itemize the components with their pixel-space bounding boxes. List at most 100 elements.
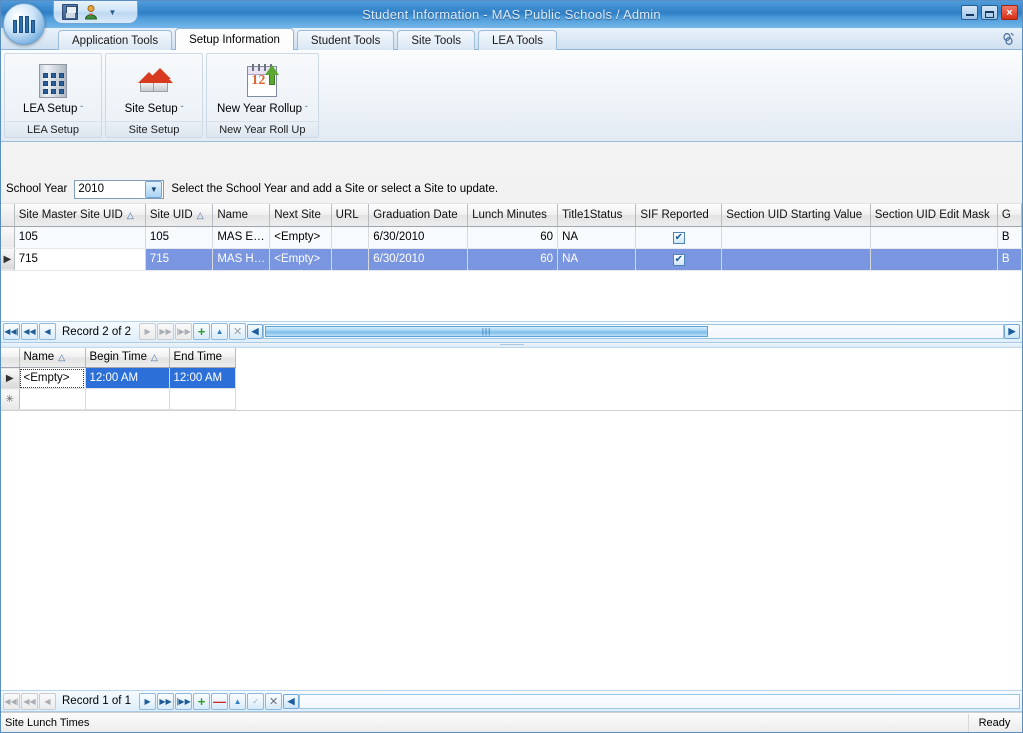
application-logo[interactable]: [3, 3, 45, 45]
sub-nav-remove-button[interactable]: —: [211, 692, 229, 710]
sub-cell-end-time[interactable]: 12:00 AM: [169, 367, 236, 389]
cell-section-uid-edit-mask[interactable]: [870, 248, 998, 271]
table-row[interactable]: 105 105 MAS E… <Empty> 6/30/2010 60 NA ✔…: [1, 226, 1022, 249]
cell-sif-reported[interactable]: ✔: [635, 248, 723, 271]
sub-nav-prev-button[interactable]: ◀: [39, 692, 56, 710]
col-section-uid-edit-mask[interactable]: Section UID Edit Mask: [870, 204, 998, 227]
cell-site-uid[interactable]: 105: [145, 226, 214, 249]
cell-next-site[interactable]: <Empty>: [269, 226, 332, 249]
site-grid-horizontal-scrollbar[interactable]: ◀ ||| ▶: [247, 323, 1020, 340]
chevron-down-icon[interactable]: ˇ: [305, 105, 308, 114]
row-marker[interactable]: [1, 226, 15, 249]
cell-url[interactable]: [331, 226, 370, 249]
nav-delete-button[interactable]: ✕: [229, 323, 247, 340]
tab-setup-information[interactable]: Setup Information: [175, 28, 294, 50]
cell-graduation-date[interactable]: 6/30/2010: [368, 226, 469, 249]
scroll-track[interactable]: |||: [263, 324, 1004, 339]
sub-nav-confirm-button[interactable]: ✓: [247, 692, 265, 710]
sub-cell-name[interactable]: <Empty>: [19, 367, 86, 389]
cell-graduation-date[interactable]: 6/30/2010: [368, 248, 469, 271]
cell-title1status[interactable]: NA: [557, 226, 637, 249]
row-marker[interactable]: ▶: [1, 248, 15, 271]
sub-col-name[interactable]: Name △: [19, 347, 86, 368]
user-icon[interactable]: [83, 4, 99, 20]
cell-site-uid[interactable]: 715: [145, 248, 214, 271]
nav-up-button[interactable]: ▲: [211, 323, 229, 340]
cell-lunch-minutes[interactable]: 60: [467, 248, 559, 271]
sub-col-begin-time[interactable]: Begin Time △: [85, 347, 170, 368]
chevron-down-icon[interactable]: ▼: [145, 180, 163, 198]
sub-scroll-track[interactable]: [299, 693, 1020, 709]
cell-site-master-site-uid[interactable]: 715: [14, 248, 146, 271]
nav-prev-button[interactable]: ◀: [39, 323, 56, 340]
cell-grade-partial[interactable]: B: [997, 226, 1022, 249]
tab-site-tools[interactable]: Site Tools: [397, 30, 476, 50]
cell-section-uid-edit-mask[interactable]: [870, 226, 998, 249]
minimize-button[interactable]: [961, 5, 978, 20]
nav-add-button[interactable]: +: [193, 323, 211, 340]
sub-cell-begin-time[interactable]: 12:00 AM: [85, 367, 170, 389]
sub-nav-last-button[interactable]: |▶▶: [175, 692, 193, 710]
sub-new-row-marker[interactable]: ✳: [1, 388, 20, 410]
col-grade-partial[interactable]: G: [997, 204, 1022, 227]
sub-cell-name[interactable]: [19, 388, 86, 410]
sub-nav-first-button[interactable]: ◀◀|: [3, 692, 20, 710]
col-section-uid-starting-value[interactable]: Section UID Starting Value: [721, 204, 871, 227]
cell-name[interactable]: MAS H…: [212, 248, 271, 271]
site-setup-button[interactable]: Site Setup ˇ: [106, 54, 202, 121]
sub-cell-begin-time[interactable]: [85, 388, 170, 410]
col-name[interactable]: Name: [212, 204, 271, 227]
sub-cell-end-time[interactable]: [169, 388, 236, 410]
cell-grade-partial[interactable]: B: [997, 248, 1022, 271]
col-lunch-minutes[interactable]: Lunch Minutes: [467, 204, 559, 227]
nav-next-page-button[interactable]: ▶▶: [157, 323, 175, 340]
nav-prev-page-button[interactable]: ◀◀: [21, 323, 38, 340]
tab-student-tools[interactable]: Student Tools: [296, 30, 395, 50]
new-year-rollup-button[interactable]: 12 New Year Rollup ˇ: [207, 54, 318, 121]
chevron-down-icon[interactable]: ˇ: [181, 105, 184, 114]
cell-title1status[interactable]: NA: [557, 248, 637, 271]
cell-section-uid-starting-value[interactable]: [721, 226, 871, 249]
sub-nav-add-button[interactable]: +: [193, 692, 211, 710]
col-url[interactable]: URL: [331, 204, 370, 227]
col-title1status[interactable]: Title1Status: [557, 204, 637, 227]
close-button[interactable]: ×: [1001, 5, 1018, 20]
scroll-thumb[interactable]: |||: [265, 326, 709, 337]
sub-scroll-left-button[interactable]: ◀: [283, 693, 300, 709]
tab-application-tools[interactable]: Application Tools: [58, 30, 173, 50]
maximize-button[interactable]: [981, 5, 998, 20]
checkbox-checked-icon[interactable]: ✔: [672, 231, 685, 244]
col-next-site[interactable]: Next Site: [269, 204, 332, 227]
scroll-left-button[interactable]: ◀: [247, 324, 264, 339]
sub-grid-horizontal-scrollbar[interactable]: ◀: [283, 693, 1020, 710]
sub-nav-up-button[interactable]: ▲: [229, 692, 247, 710]
cell-lunch-minutes[interactable]: 60: [467, 226, 559, 249]
nav-last-button[interactable]: |▶▶: [175, 323, 193, 340]
col-sif-reported[interactable]: SIF Reported: [635, 204, 723, 227]
sub-nav-next-button[interactable]: ▶: [139, 692, 157, 710]
sub-nav-next-page-button[interactable]: ▶▶: [157, 692, 175, 710]
table-row[interactable]: ▶ <Empty> 12:00 AM 12:00 AM: [1, 367, 236, 389]
table-row[interactable]: ▶ 715 715 MAS H… <Empty> 6/30/2010 60 NA…: [1, 248, 1022, 271]
chevron-down-icon[interactable]: ˇ: [80, 105, 83, 114]
cell-site-master-site-uid[interactable]: 105: [14, 226, 146, 249]
cell-next-site[interactable]: <Empty>: [269, 248, 332, 271]
sub-nav-prev-page-button[interactable]: ◀◀: [21, 692, 38, 710]
cell-name[interactable]: MAS E…: [212, 226, 271, 249]
checkbox-checked-icon[interactable]: ✔: [672, 253, 685, 266]
lea-setup-button[interactable]: LEA Setup ˇ: [5, 54, 101, 121]
sub-col-end-time[interactable]: End Time: [169, 347, 236, 368]
cell-sif-reported[interactable]: ✔: [635, 226, 723, 249]
sub-row-marker[interactable]: ▶: [1, 367, 20, 389]
cell-url[interactable]: [331, 248, 370, 271]
save-icon[interactable]: [62, 4, 78, 20]
col-site-master-site-uid[interactable]: Site Master Site UID △: [14, 204, 146, 227]
cell-section-uid-starting-value[interactable]: [721, 248, 871, 271]
school-year-select[interactable]: 2010 ▼: [74, 179, 165, 199]
tab-lea-tools[interactable]: LEA Tools: [478, 30, 557, 50]
col-graduation-date[interactable]: Graduation Date: [368, 204, 469, 227]
scroll-right-button[interactable]: ▶: [1004, 324, 1020, 339]
table-row-new[interactable]: ✳: [1, 388, 236, 410]
nav-first-button[interactable]: ◀◀|: [3, 323, 20, 340]
sub-nav-delete-button[interactable]: ✕: [265, 692, 283, 710]
